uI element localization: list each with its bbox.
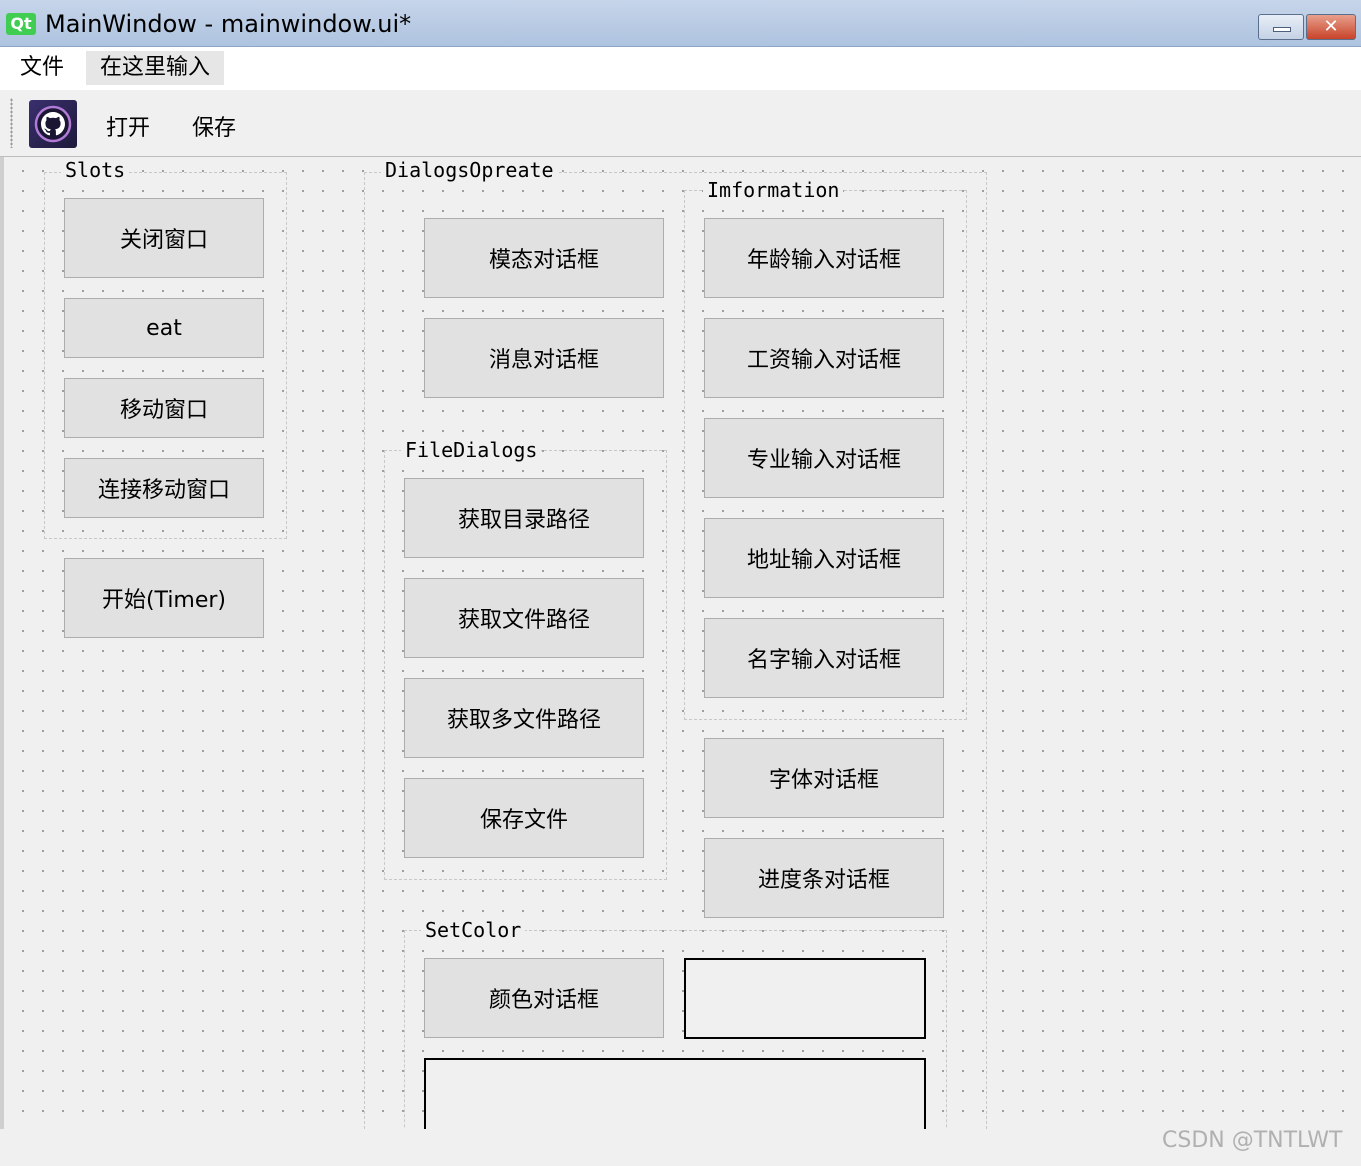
menu-type-here[interactable]: 在这里输入	[86, 51, 225, 85]
connect-move-window-button[interactable]: 连接移动窗口	[64, 458, 264, 518]
open-button[interactable]: 打开	[106, 110, 150, 142]
get-file-path-button[interactable]: 获取文件路径	[404, 578, 644, 658]
github-icon[interactable]	[29, 100, 77, 148]
title-bar: Qt MainWindow - mainwindow.ui* ✕	[0, 0, 1361, 47]
watermark: CSDN @TNTLWT	[1162, 1128, 1343, 1153]
file-dialogs-group-title: FileDialogs	[401, 438, 542, 462]
eat-button[interactable]: eat	[64, 298, 264, 358]
status-bar	[0, 1129, 1361, 1166]
message-dialog-button[interactable]: 消息对话框	[424, 318, 664, 398]
save-file-button[interactable]: 保存文件	[404, 778, 644, 858]
set-color-group-title: SetColor	[421, 918, 526, 942]
name-input-dialog-button[interactable]: 名字输入对话框	[704, 618, 944, 698]
dialogs-group-title: DialogsOpreate	[381, 158, 558, 182]
save-button[interactable]: 保存	[192, 110, 236, 142]
age-input-dialog-button[interactable]: 年龄输入对话框	[704, 218, 944, 298]
close-window-slot-button[interactable]: 关闭窗口	[64, 198, 264, 278]
move-window-button[interactable]: 移动窗口	[64, 378, 264, 438]
window-title: MainWindow - mainwindow.ui*	[45, 10, 412, 38]
major-input-dialog-button[interactable]: 专业输入对话框	[704, 418, 944, 498]
qt-logo-icon: Qt	[6, 13, 36, 35]
address-input-dialog-button[interactable]: 地址输入对话框	[704, 518, 944, 598]
toolbar-grip[interactable]	[10, 98, 13, 148]
font-dialog-button[interactable]: 字体对话框	[704, 738, 944, 818]
progress-dialog-button[interactable]: 进度条对话框	[704, 838, 944, 918]
modal-dialog-button[interactable]: 模态对话框	[424, 218, 664, 298]
start-timer-button[interactable]: 开始(Timer)	[64, 558, 264, 638]
information-group-title: Imformation	[703, 178, 844, 202]
color-preview-frame	[684, 958, 926, 1039]
salary-input-dialog-button[interactable]: 工资输入对话框	[704, 318, 944, 398]
color-display-frame	[424, 1058, 926, 1129]
design-canvas: Slots 关闭窗口 eat 移动窗口 连接移动窗口 开始(Timer) Dia…	[4, 157, 1361, 1129]
tool-bar: 打开 保存	[0, 90, 1361, 157]
close-window-button[interactable]: ✕	[1306, 14, 1356, 40]
menu-file[interactable]: 文件	[6, 51, 78, 85]
menu-bar: 文件 在这里输入	[0, 47, 1361, 90]
get-multi-file-path-button[interactable]: 获取多文件路径	[404, 678, 644, 758]
minimize-button[interactable]	[1258, 14, 1304, 40]
color-dialog-button[interactable]: 颜色对话框	[424, 958, 664, 1038]
slots-group-title: Slots	[61, 158, 130, 182]
get-directory-path-button[interactable]: 获取目录路径	[404, 478, 644, 558]
